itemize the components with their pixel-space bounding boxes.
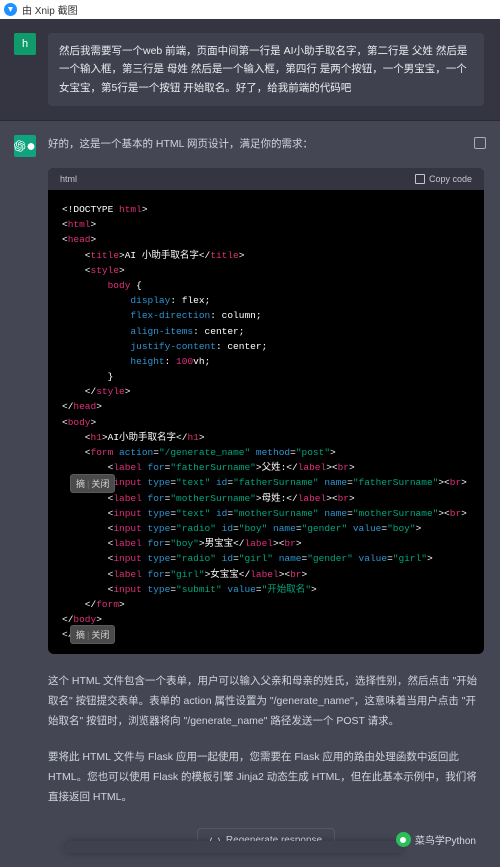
window-title-text: 由 Xnip 截图 — [22, 2, 78, 17]
clipboard-icon — [415, 174, 425, 184]
extract-overlay-2[interactable]: 摘|关闭 — [70, 625, 115, 644]
extract-label: 摘 — [76, 628, 85, 641]
user-avatar: h — [14, 33, 36, 55]
extract-overlay-1[interactable]: 摘|关闭 — [70, 474, 115, 493]
window-title-bar: 由 Xnip 截图 — [0, 0, 500, 19]
copy-message-icon[interactable] — [474, 137, 486, 149]
user-message-row: h 然后我需要写一个web 前端，页面中间第一行是 AI小助手取名字，第二行是 … — [0, 19, 500, 121]
xnip-logo-icon — [4, 3, 17, 16]
assistant-avatar — [14, 135, 36, 157]
close-label: 关闭 — [91, 628, 109, 641]
close-label: 关闭 — [91, 477, 109, 490]
wechat-icon — [396, 832, 411, 847]
assistant-paragraph-1: 这个 HTML 文件包含一个表单，用户可以输入父亲和母亲的姓氏，选择性别，然后点… — [48, 672, 484, 732]
copy-code-button[interactable]: Copy code — [415, 174, 472, 184]
user-message-text: 然后我需要写一个web 前端，页面中间第一行是 AI小助手取名字，第二行是 父姓… — [48, 33, 484, 106]
code-header: html Copy code — [48, 168, 484, 190]
openai-logo-icon — [14, 138, 26, 154]
assistant-paragraph-2: 要将此 HTML 文件与 Flask 应用一起使用，您需要在 Flask 应用的… — [48, 748, 484, 808]
extract-label: 摘 — [76, 477, 85, 490]
chat-input-stub[interactable] — [66, 841, 402, 853]
regenerate-area: Regenerate response 菜鸟学Python — [48, 824, 484, 853]
assistant-message-row: 好的，这是一个基本的 HTML 网页设计，满足你的需求： html Copy c… — [0, 121, 500, 867]
code-block: html Copy code <!DOCTYPE html> <html> <h… — [48, 168, 484, 654]
code-language-label: html — [60, 174, 77, 184]
code-content: <!DOCTYPE html> <html> <head> <title>AI … — [48, 190, 484, 654]
copy-code-label: Copy code — [429, 174, 472, 184]
watermark-text: 菜鸟学Python — [415, 832, 476, 847]
watermark: 菜鸟学Python — [396, 832, 476, 847]
assistant-intro-text: 好的，这是一个基本的 HTML 网页设计，满足你的需求： — [48, 135, 484, 154]
